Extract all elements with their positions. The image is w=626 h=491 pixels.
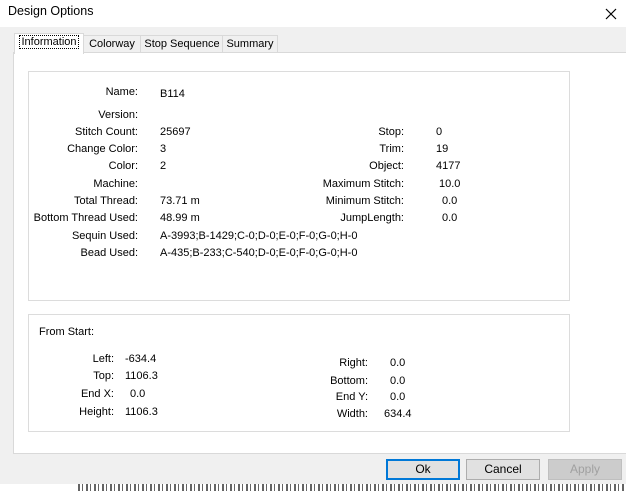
end-x-value: 0.0 [130, 388, 146, 400]
end-y-value: 0.0 [390, 391, 406, 403]
trim-value: 19 [436, 143, 449, 155]
design-options-dialog: Design Options Information Colorway Stop… [0, 0, 626, 491]
tab-summary[interactable]: Summary [222, 35, 278, 53]
jump-length-value: 0.0 [442, 212, 458, 224]
top-value: 1106.3 [125, 370, 158, 382]
close-button[interactable] [596, 0, 626, 27]
title-bar: Design Options [0, 0, 626, 27]
tab-information[interactable]: Information [14, 33, 84, 54]
stop-label: Stop: [378, 126, 404, 138]
sequin-used-label: Sequin Used: [71, 230, 138, 242]
sequin-used-value: A-3993;B-1429;C-0;D-0;E-0;F-0;G-0;H-0 [160, 230, 358, 242]
minimum-stitch-label: Minimum Stitch: [325, 195, 404, 207]
total-thread-label: Total Thread: [73, 195, 138, 207]
name-label: Name: [105, 86, 138, 98]
design-info-group: Name: B114 Version: Stitch Count: 25697 … [28, 71, 570, 301]
cancel-button[interactable]: Cancel [466, 459, 540, 480]
object-value: 4177 [436, 160, 461, 172]
bottom-label: Bottom: [330, 375, 368, 387]
window-title: Design Options [8, 4, 94, 18]
machine-label: Machine: [93, 178, 138, 190]
bottom-value: 0.0 [390, 375, 406, 387]
trim-label: Trim: [379, 143, 404, 155]
version-label: Version: [98, 109, 138, 121]
information-tab-page: Name: B114 Version: Stitch Count: 25697 … [13, 52, 626, 454]
jump-length-label: JumpLength: [340, 212, 404, 224]
top-label: Top: [93, 370, 114, 382]
background-pattern [78, 484, 626, 491]
height-value: 1106.3 [125, 406, 158, 418]
ok-button[interactable]: Ok [386, 459, 460, 480]
close-icon [605, 8, 617, 19]
stop-value: 0 [436, 126, 443, 138]
apply-button[interactable]: Apply [548, 459, 622, 480]
from-start-caption: From Start: [39, 326, 95, 338]
minimum-stitch-value: 0.0 [442, 195, 458, 207]
bottom-thread-label: Bottom Thread Used: [33, 212, 138, 224]
width-value: 634.4 [384, 408, 412, 420]
bottom-thread-value: 48.99 m [160, 212, 200, 224]
from-start-group: From Start: Left: -634.4 Top: 1106.3 End… [28, 314, 570, 432]
tab-stop-sequence[interactable]: Stop Sequence [140, 35, 224, 53]
stitch-count-label: Stitch Count: [75, 126, 138, 138]
left-label: Left: [92, 353, 114, 365]
stitch-count-value: 25697 [160, 126, 191, 138]
name-value: B114 [160, 88, 185, 100]
right-value: 0.0 [390, 357, 406, 369]
left-value: -634.4 [125, 353, 157, 365]
total-thread-value: 73.71 m [160, 195, 200, 207]
color-value: 2 [160, 160, 167, 172]
width-label: Width: [336, 408, 368, 420]
color-label: Color: [108, 160, 138, 172]
background-window-strip [0, 484, 626, 491]
object-label: Object: [369, 160, 404, 172]
end-y-label: End Y: [335, 391, 368, 403]
bead-used-value: A-435;B-233;C-540;D-0;E-0;F-0;G-0;H-0 [160, 247, 358, 259]
maximum-stitch-label: Maximum Stitch: [322, 178, 404, 190]
right-label: Right: [339, 357, 368, 369]
tab-colorway[interactable]: Colorway [82, 35, 142, 53]
maximum-stitch-value: 10.0 [439, 178, 461, 190]
end-x-label: End X: [80, 388, 114, 400]
change-color-label: Change Color: [67, 143, 138, 155]
change-color-value: 3 [160, 143, 167, 155]
bead-used-label: Bead Used: [80, 247, 138, 259]
height-label: Height: [79, 406, 114, 418]
